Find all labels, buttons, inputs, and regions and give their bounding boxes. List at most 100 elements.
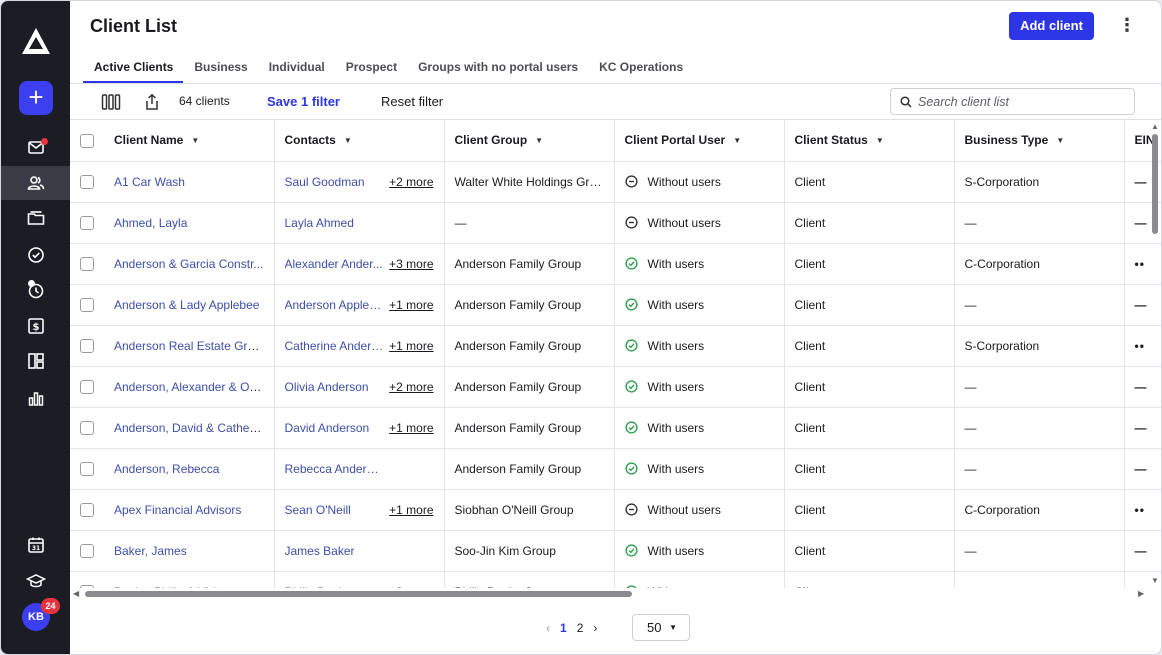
client-name-link[interactable]: Anderson & Garcia Constr...	[114, 257, 263, 271]
app-logo-icon[interactable]	[21, 27, 51, 55]
table-row[interactable]: Anderson, Alexander & Oli... Olivia Ander…	[70, 366, 1161, 408]
inbox-nav-item[interactable]	[1, 130, 70, 164]
scroll-down-icon[interactable]: ▼	[1151, 576, 1159, 585]
contact-link[interactable]: Saul Goodman	[285, 175, 365, 189]
more-contacts-link[interactable]: +3 more	[389, 257, 433, 271]
contact-link[interactable]: Layla Ahmed	[285, 216, 354, 230]
clients-nav-item[interactable]	[1, 166, 70, 200]
more-contacts-link[interactable]: +1 more	[389, 298, 433, 312]
contact-link[interactable]: Philip Banks	[285, 585, 351, 589]
contact-link[interactable]: James Baker	[285, 544, 355, 558]
client-name-link[interactable]: Apex Financial Advisors	[114, 503, 241, 517]
table-row[interactable]: Baker, James James Baker Soo-Jin Kim Group…	[70, 530, 1161, 572]
column-header-client-status[interactable]: Client Status ▼	[783, 120, 954, 162]
table-row[interactable]: Anderson, David & Catheri... David Anders…	[70, 407, 1161, 449]
row-checkbox[interactable]	[80, 338, 94, 353]
row-checkbox[interactable]	[80, 297, 94, 312]
more-contacts-link[interactable]: +1 more	[389, 503, 433, 517]
table-row[interactable]: Anderson Real Estate Group Catherine Ande…	[70, 325, 1161, 367]
row-checkbox[interactable]	[80, 256, 94, 271]
sort-caret-icon[interactable]: ▼	[1056, 136, 1064, 145]
row-checkbox[interactable]	[80, 584, 94, 588]
contact-link[interactable]: Catherine Anders...	[285, 339, 385, 353]
client-name-cell[interactable]: Banks, Philip & Vivian	[104, 571, 274, 588]
row-checkbox[interactable]	[80, 461, 94, 476]
more-contacts-link[interactable]: +1 more	[389, 421, 433, 435]
client-name-cell[interactable]: Anderson, Rebecca	[104, 448, 274, 490]
next-page-icon[interactable]: ›	[593, 621, 597, 635]
row-checkbox[interactable]	[80, 174, 94, 189]
export-icon[interactable]	[142, 93, 162, 111]
scroll-left-icon[interactable]: ◀	[73, 589, 79, 598]
contact-link[interactable]: Sean O'Neill	[285, 503, 351, 517]
columns-icon[interactable]	[101, 93, 121, 111]
client-name-link[interactable]: Anderson & Lady Applebee	[114, 298, 259, 312]
client-name-link[interactable]: Anderson, David & Catheri...	[114, 421, 266, 435]
column-header-business-type[interactable]: Business Type ▼	[953, 120, 1124, 162]
table-row[interactable]: Ahmed, Layla Layla Ahmed — Without users Cli…	[70, 202, 1161, 244]
vertical-scrollbar[interactable]: ▲ ▼	[1150, 122, 1160, 587]
row-checkbox[interactable]	[80, 379, 94, 394]
client-name-link[interactable]: Ahmed, Layla	[114, 216, 187, 230]
contact-link[interactable]: Alexander Ander...	[285, 257, 383, 271]
row-checkbox[interactable]	[80, 543, 94, 558]
horizontal-scrollbar[interactable]: ◀ ▶	[70, 589, 1150, 599]
more-contacts-link[interactable]: +2 more	[389, 380, 433, 394]
client-name-link[interactable]: Anderson Real Estate Group	[114, 339, 267, 353]
sort-caret-icon[interactable]: ▼	[733, 136, 741, 145]
page-1-link[interactable]: 1	[560, 621, 567, 635]
client-name-cell[interactable]: Anderson & Lady Applebee	[104, 284, 274, 326]
page-2-link[interactable]: 2	[577, 621, 584, 635]
row-checkbox[interactable]	[80, 502, 94, 517]
table-row[interactable]: Anderson & Lady Applebee Anderson Applebe…	[70, 284, 1161, 326]
client-name-cell[interactable]: Anderson Real Estate Group	[104, 325, 274, 367]
client-name-cell[interactable]: A1 Car Wash	[104, 161, 274, 203]
time-nav-item[interactable]	[1, 273, 70, 307]
add-client-button[interactable]: Add client	[1009, 12, 1094, 40]
scroll-right-icon[interactable]: ▶	[1138, 589, 1144, 598]
contact-link[interactable]: Rebecca Anderson	[285, 462, 385, 476]
calendar-nav-item[interactable]: 31	[1, 528, 70, 562]
table-row[interactable]: A1 Car Wash Saul Goodman +2 more Walter Whi…	[70, 161, 1161, 203]
sort-caret-icon[interactable]: ▼	[876, 136, 884, 145]
tab-prospect[interactable]: Prospect	[335, 53, 407, 83]
select-all-checkbox[interactable]	[80, 133, 94, 148]
tab-individual[interactable]: Individual	[258, 53, 335, 83]
more-contacts-link[interactable]: +3 more	[389, 585, 433, 589]
dashboard-nav-item[interactable]	[1, 344, 70, 378]
table-row[interactable]: Apex Financial Advisors Sean O'Neill +1 mo…	[70, 489, 1161, 531]
reset-filter-button[interactable]: Reset filter	[381, 94, 443, 109]
table-row[interactable]: Anderson & Garcia Constr... Alexander And…	[70, 243, 1161, 285]
column-header-client-name[interactable]: Client Name ▼	[104, 120, 274, 162]
tab-kc-operations[interactable]: KC Operations	[588, 53, 693, 83]
per-page-select[interactable]: 50 ▼	[632, 614, 690, 641]
client-name-link[interactable]: Banks, Philip & Vivian	[114, 585, 231, 589]
client-name-cell[interactable]: Apex Financial Advisors	[104, 489, 274, 531]
contact-link[interactable]: David Anderson	[285, 421, 370, 435]
client-name-cell[interactable]: Anderson, David & Catheri...	[104, 407, 274, 449]
client-name-cell[interactable]: Anderson & Garcia Constr...	[104, 243, 274, 285]
client-name-cell[interactable]: Ahmed, Layla	[104, 202, 274, 244]
learning-nav-item[interactable]	[1, 564, 70, 598]
column-header-client-group[interactable]: Client Group ▼	[443, 120, 614, 162]
sort-caret-icon[interactable]: ▼	[191, 136, 199, 145]
client-name-cell[interactable]: Baker, James	[104, 530, 274, 572]
tab-active-clients[interactable]: Active Clients	[83, 53, 184, 83]
client-name-link[interactable]: Anderson, Alexander & Oli...	[114, 380, 265, 394]
tasks-nav-item[interactable]	[1, 238, 70, 272]
documents-nav-item[interactable]	[1, 201, 70, 235]
horizontal-scroll-thumb[interactable]	[85, 591, 632, 597]
more-options-icon[interactable]: ⋮	[1118, 15, 1136, 37]
save-filter-button[interactable]: Save 1 filter	[267, 94, 340, 109]
more-contacts-link[interactable]: +2 more	[389, 175, 433, 189]
tab-business[interactable]: Business	[183, 53, 257, 83]
contact-link[interactable]: Olivia Anderson	[285, 380, 369, 394]
client-name-link[interactable]: A1 Car Wash	[114, 175, 185, 189]
row-checkbox[interactable]	[80, 215, 94, 230]
column-header-portal-user[interactable]: Client Portal User ▼	[613, 120, 784, 162]
sort-caret-icon[interactable]: ▼	[535, 136, 543, 145]
sort-caret-icon[interactable]: ▼	[344, 136, 352, 145]
scroll-up-icon[interactable]: ▲	[1151, 122, 1159, 131]
client-name-cell[interactable]: Anderson, Alexander & Oli...	[104, 366, 274, 408]
search-input[interactable]	[918, 92, 1128, 111]
